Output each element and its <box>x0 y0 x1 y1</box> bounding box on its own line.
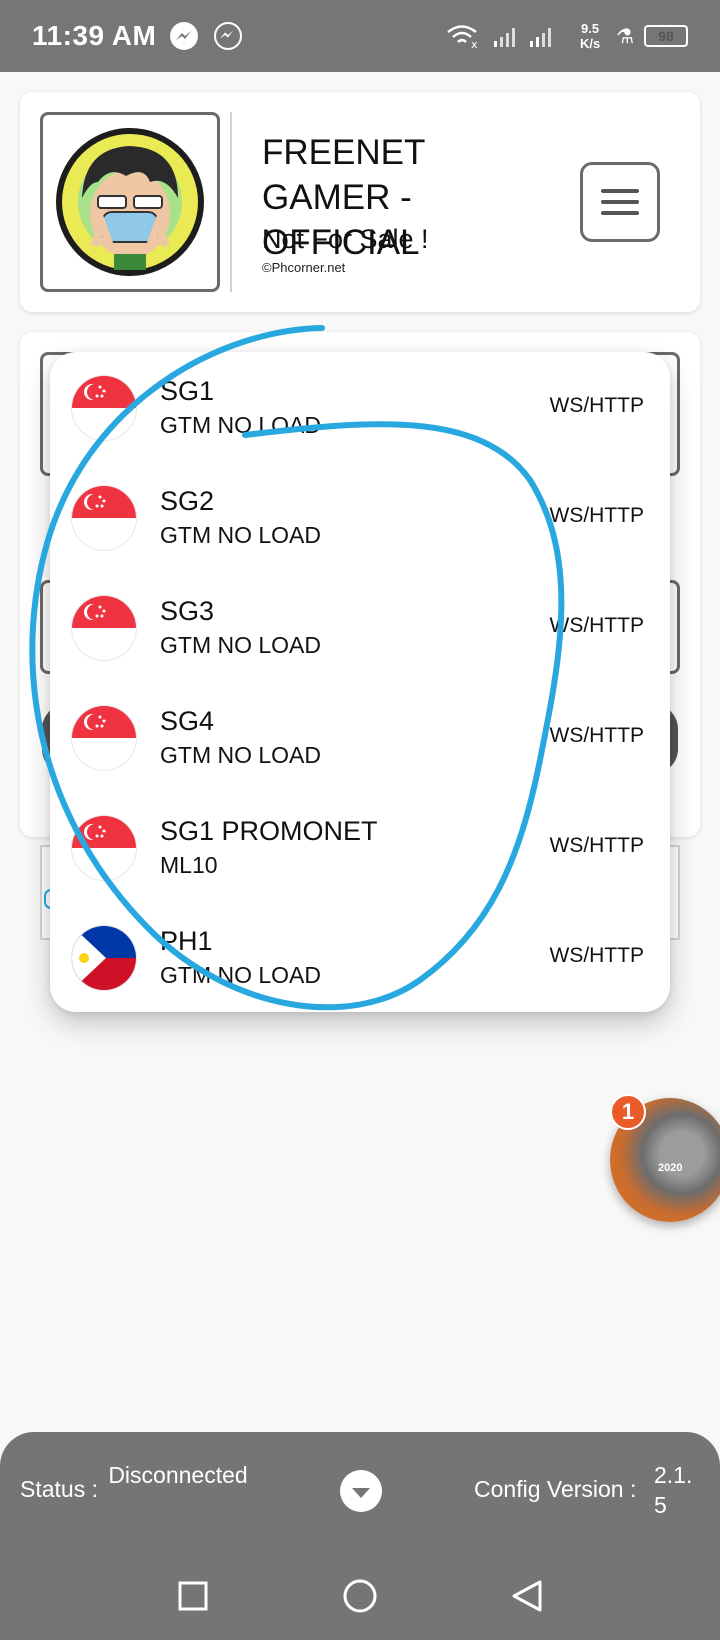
brand-subtitle: Not For Sale ! <box>262 224 429 254</box>
battery-level: 98 <box>658 28 674 44</box>
server-name: SG3 <box>160 596 215 626</box>
server-protocol: WS/HTTP <box>549 394 645 417</box>
server-item-sg1[interactable]: SG1 GTM NO LOAD WS/HTTP <box>50 352 670 462</box>
server-description: GTM NO LOAD <box>160 962 322 988</box>
battery-icon: 98 <box>644 25 688 47</box>
server-item-sg2[interactable]: SG2 GTM NO LOAD WS/HTTP <box>50 462 670 572</box>
brand-copyright: ©Phcorner.net <box>262 260 346 275</box>
server-description: GTM NO LOAD <box>160 632 322 658</box>
home-button[interactable] <box>340 1576 380 1616</box>
notification-badge: 1 <box>610 1094 646 1130</box>
singapore-flag-icon <box>72 376 136 440</box>
network-speed: 9.5 K/s <box>579 21 601 51</box>
server-protocol: WS/HTTP <box>549 724 645 747</box>
philippines-flag-icon <box>72 926 136 990</box>
server-protocol: WS/HTTP <box>549 944 645 967</box>
server-name: PH1 <box>160 926 213 956</box>
server-protocol: WS/HTTP <box>549 504 645 527</box>
header-divider <box>230 112 232 292</box>
config-version-label: Config Version : <box>474 1476 637 1502</box>
back-triangle-icon <box>512 1580 542 1612</box>
singapore-flag-icon <box>72 706 136 770</box>
wifi-icon: x <box>446 23 482 49</box>
bottom-status-bar: Status : Disconnected Config Version : 2… <box>0 1432 720 1552</box>
status-label: Status : <box>20 1476 98 1502</box>
server-item-sg4[interactable]: SG4 GTM NO LOAD WS/HTTP <box>50 682 670 792</box>
status-value: Disconnected <box>108 1462 248 1488</box>
status-bar: 11:39 AM x 9.5 K/s ⚗ 98 <box>0 0 720 72</box>
chevron-down-icon <box>352 1487 370 1498</box>
server-protocol: WS/HTTP <box>549 834 645 857</box>
header-card: FREENET GAMER - OFFICIAL Not For Sale ! … <box>20 92 700 312</box>
singapore-flag-icon <box>72 596 136 660</box>
server-description: ML10 <box>160 852 218 878</box>
messenger-icon <box>170 22 199 50</box>
server-description: GTM NO LOAD <box>160 412 322 438</box>
hamburger-menu-button[interactable] <box>580 162 660 242</box>
singapore-flag-icon <box>72 486 136 550</box>
flask-icon: ⚗ <box>616 25 634 48</box>
server-item-sg3[interactable]: SG3 GTM NO LOAD WS/HTTP <box>50 572 670 682</box>
server-name: SG1 PROMONET <box>160 816 378 846</box>
recents-square-icon <box>178 1581 208 1611</box>
server-description: GTM NO LOAD <box>160 742 322 768</box>
back-button[interactable] <box>507 1576 547 1616</box>
server-item-ph1[interactable]: PH1 GTM NO LOAD WS/HTTP <box>50 902 670 1012</box>
avatar-image <box>56 128 204 276</box>
server-item-sg1-promonet[interactable]: SG1 PROMONET ML10 WS/HTTP <box>50 792 670 902</box>
avatar <box>40 112 220 292</box>
chat-head-year: 2020 <box>658 1162 683 1174</box>
android-nav-bar <box>0 1552 720 1640</box>
server-name: SG2 <box>160 486 215 516</box>
server-description: GTM NO LOAD <box>160 522 322 548</box>
messenger-outline-icon <box>214 22 243 50</box>
hamburger-menu-icon <box>601 189 639 193</box>
recents-button[interactable] <box>173 1576 213 1616</box>
singapore-flag-icon <box>72 816 136 880</box>
status-time: 11:39 AM <box>32 20 157 51</box>
server-protocol: WS/HTTP <box>549 614 645 637</box>
server-name: SG4 <box>160 706 215 736</box>
signal-icon <box>492 23 564 49</box>
server-dropdown: SG1 GTM NO LOAD WS/HTTP SG2 GTM NO LOAD … <box>50 352 670 1012</box>
svg-text:x: x <box>471 38 478 49</box>
config-version-value: 2.1.5 <box>654 1462 693 1518</box>
home-circle-icon <box>343 1579 377 1613</box>
expand-toggle-button[interactable] <box>340 1470 382 1512</box>
server-name: SG1 <box>160 376 215 406</box>
